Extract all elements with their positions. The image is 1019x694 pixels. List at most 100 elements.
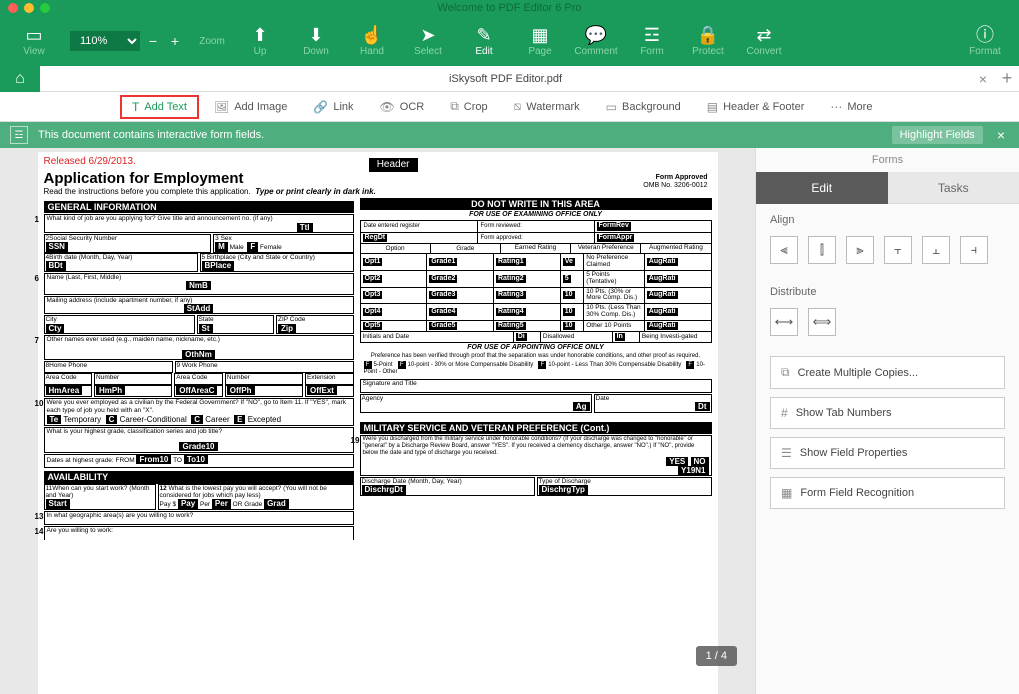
distribute-h-icon[interactable]: ⟷ bbox=[770, 308, 798, 336]
field-ssn[interactable]: SSN bbox=[46, 242, 68, 251]
align-section-label: Align bbox=[756, 204, 1019, 230]
form-title: Application for Employment bbox=[44, 170, 712, 187]
link-button[interactable]: 🔗Link bbox=[302, 95, 364, 119]
close-banner-icon[interactable]: × bbox=[993, 127, 1009, 143]
field-y19[interactable]: Y19N1 bbox=[678, 466, 708, 475]
ocr-button[interactable]: 👁OCR bbox=[369, 95, 436, 119]
image-icon: 🖼 bbox=[214, 100, 229, 114]
form-fields-banner: ☲ This document contains interactive for… bbox=[0, 122, 1019, 148]
document-tab[interactable]: iSkysoft PDF Editor.pdf bbox=[40, 73, 971, 85]
edit-button[interactable]: ✎Edit bbox=[456, 16, 512, 66]
add-text-button[interactable]: TAdd Text bbox=[120, 95, 199, 119]
pdf-page: Released 6/29/2013. Header Application f… bbox=[38, 152, 718, 694]
field-home-area[interactable]: HmArea bbox=[46, 386, 83, 395]
header-field[interactable]: Header bbox=[369, 158, 418, 172]
field-agency[interactable]: Ag bbox=[573, 402, 590, 411]
field-discharge-date[interactable]: DischrgDt bbox=[362, 485, 406, 494]
link-icon: 🔗 bbox=[313, 100, 328, 114]
distribute-v-icon[interactable]: ⟺ bbox=[808, 308, 836, 336]
field-discharge-type[interactable]: DischrgTyp bbox=[539, 485, 588, 494]
crop-button[interactable]: ⧉Crop bbox=[439, 95, 498, 119]
side-tab-edit[interactable]: Edit bbox=[756, 172, 888, 204]
view-button[interactable]: ▭View bbox=[6, 16, 62, 66]
background-button[interactable]: ▭Background bbox=[595, 95, 692, 119]
field-start[interactable]: Start bbox=[46, 499, 70, 508]
field-off-area[interactable]: OffAreaC bbox=[176, 386, 217, 395]
close-tab-icon[interactable]: × bbox=[971, 71, 995, 87]
crop-icon: ⧉ bbox=[450, 99, 459, 114]
align-right-icon[interactable]: ⫸ bbox=[846, 236, 874, 264]
maximize-window[interactable] bbox=[40, 3, 50, 13]
align-center-v-icon[interactable]: ⫠ bbox=[922, 236, 950, 264]
forms-side-panel: Forms Edit Tasks Align ⫷ ⫿ ⫸ ⫟ ⫠ ⫞ Distr… bbox=[755, 148, 1019, 694]
zoom-select[interactable]: 110% bbox=[70, 31, 140, 51]
header-footer-icon: ▤ bbox=[707, 100, 718, 114]
align-top-icon[interactable]: ⫟ bbox=[884, 236, 912, 264]
field-per[interactable]: Per bbox=[212, 499, 231, 508]
align-left-icon[interactable]: ⫷ bbox=[770, 236, 798, 264]
zoom-label: Zoom bbox=[192, 16, 232, 66]
up-button[interactable]: ⬆Up bbox=[232, 16, 288, 66]
protect-button[interactable]: 🔒Protect bbox=[680, 16, 736, 66]
zoom-in[interactable]: + bbox=[166, 33, 184, 49]
distribute-section-label: Distribute bbox=[756, 276, 1019, 302]
field-formappr[interactable]: FormAppr bbox=[597, 234, 635, 242]
field-date[interactable]: Dt bbox=[695, 402, 709, 411]
window-controls[interactable] bbox=[8, 3, 50, 13]
highlight-fields-button[interactable]: Highlight Fields bbox=[892, 126, 983, 144]
header-footer-button[interactable]: ▤Header & Footer bbox=[696, 95, 816, 119]
field-birthplace[interactable]: BPlace bbox=[202, 261, 235, 270]
show-tab-numbers-button[interactable]: #Show Tab Numbers bbox=[770, 397, 1005, 429]
page-button[interactable]: ▦Page bbox=[512, 16, 568, 66]
field-name[interactable]: NmB bbox=[186, 281, 211, 290]
select-button[interactable]: ➤Select bbox=[400, 16, 456, 66]
field-off-phone[interactable]: OffPh bbox=[227, 386, 255, 395]
side-panel-title: Forms bbox=[756, 148, 1019, 172]
field-to10[interactable]: To10 bbox=[184, 455, 208, 464]
more-icon: ⋯ bbox=[830, 100, 842, 114]
recognition-icon: ▦ bbox=[781, 486, 792, 500]
comment-button[interactable]: 💬Comment bbox=[568, 16, 624, 66]
minimize-window[interactable] bbox=[24, 3, 34, 13]
align-center-h-icon[interactable]: ⫿ bbox=[808, 236, 836, 264]
new-tab-icon[interactable]: + bbox=[995, 68, 1019, 89]
field-from10[interactable]: From10 bbox=[136, 455, 171, 464]
field-pay[interactable]: Pay bbox=[178, 499, 198, 508]
form-button[interactable]: ☲Form bbox=[624, 16, 680, 66]
field-other-names[interactable]: OthNm bbox=[182, 350, 215, 359]
watermark-button[interactable]: ⧅Watermark bbox=[503, 95, 591, 119]
hand-button[interactable]: ☝Hand bbox=[344, 16, 400, 66]
omb-block: Form ApprovedOMB No. 3206-0012 bbox=[643, 174, 707, 190]
ocr-icon: 👁 bbox=[380, 100, 395, 114]
section-general-info: GENERAL INFORMATION bbox=[44, 201, 354, 213]
field-address[interactable]: StAdd bbox=[184, 304, 214, 313]
zoom-out[interactable]: − bbox=[144, 33, 162, 49]
close-window[interactable] bbox=[8, 3, 18, 13]
more-button[interactable]: ⋯More bbox=[819, 95, 883, 119]
field-grade10[interactable]: Grade10 bbox=[179, 442, 217, 451]
document-viewport[interactable]: Released 6/29/2013. Header Application f… bbox=[0, 148, 755, 694]
do-not-write: DO NOT WRITE IN THIS AREA bbox=[360, 198, 712, 210]
field-grade[interactable]: Grad bbox=[264, 499, 289, 508]
field-state[interactable]: St bbox=[199, 324, 213, 333]
field-city[interactable]: Cty bbox=[46, 324, 65, 333]
field-regdt[interactable]: RegDt bbox=[363, 234, 388, 242]
side-tab-tasks[interactable]: Tasks bbox=[888, 172, 1019, 204]
field-home-phone[interactable]: HmPh bbox=[96, 386, 125, 395]
field-birthdate[interactable]: BDt bbox=[46, 261, 66, 270]
home-icon[interactable]: ⌂ bbox=[0, 66, 40, 92]
create-multiple-copies-button[interactable]: ⧉Create Multiple Copies... bbox=[770, 356, 1005, 389]
field-formrev[interactable]: FormRev bbox=[597, 222, 631, 230]
field-off-ext[interactable]: OffExt bbox=[307, 386, 337, 395]
convert-button[interactable]: ⇄Convert bbox=[736, 16, 792, 66]
field-zip[interactable]: Zip bbox=[278, 324, 296, 333]
add-image-button[interactable]: 🖼Add Image bbox=[203, 95, 298, 119]
down-button[interactable]: ⬇Down bbox=[288, 16, 344, 66]
format-button[interactable]: ⓘFormat bbox=[957, 16, 1013, 66]
field-title[interactable]: Ttl bbox=[297, 223, 313, 232]
form-field-recognition-button[interactable]: ▦Form Field Recognition bbox=[770, 477, 1005, 509]
show-field-properties-button[interactable]: ☰Show Field Properties bbox=[770, 437, 1005, 469]
background-icon: ▭ bbox=[606, 100, 617, 114]
align-bottom-icon[interactable]: ⫞ bbox=[960, 236, 988, 264]
section-military: MILITARY SERVICE AND VETERAN PREFERENCE … bbox=[360, 422, 712, 434]
